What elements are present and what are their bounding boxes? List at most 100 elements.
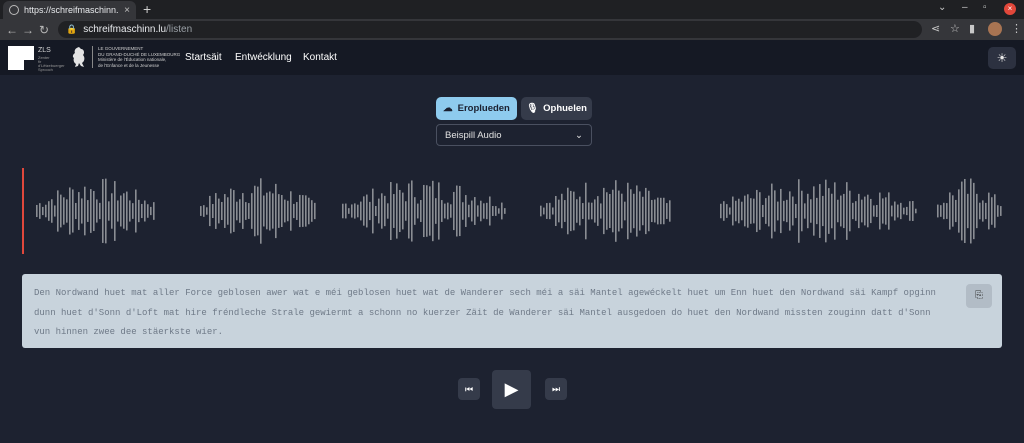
zls-logo-icon[interactable] [8, 46, 34, 70]
waveform-bar [105, 178, 107, 244]
waveform-bar [468, 204, 470, 218]
waveform-bar [281, 195, 283, 227]
waveform-bar [378, 198, 380, 224]
copy-button[interactable]: ⎘ [966, 284, 992, 308]
back-button[interactable]: ← [4, 23, 20, 37]
waveform-bar [393, 194, 395, 228]
waveform-bar [308, 197, 310, 225]
waveform-bar [600, 203, 602, 219]
waveform-bar [138, 199, 140, 223]
upload-button[interactable]: ☁ Eroplueden [436, 97, 517, 120]
theme-toggle-button[interactable]: ☀ [988, 47, 1016, 69]
waveform-bar [251, 193, 253, 229]
microphone-icon: 🎙 [526, 103, 539, 114]
new-tab-button[interactable]: + [143, 1, 151, 17]
share-icon[interactable]: ⋖ [931, 22, 940, 35]
tab-search-icon[interactable]: ⌄ [938, 2, 946, 13]
waveform-bar [786, 199, 788, 223]
waveform-bar [471, 200, 473, 222]
waveform-bar [302, 195, 304, 227]
waveform-bar [639, 191, 641, 231]
waveform-bar [973, 182, 975, 240]
waveform-bar [555, 195, 557, 227]
restore-button[interactable]: ▫ [983, 2, 987, 13]
waveform-bar [486, 202, 488, 220]
profile-avatar[interactable] [988, 22, 1002, 36]
waveform-bar [141, 203, 143, 219]
address-bar[interactable]: 🔒 schreifmaschinn.lu/listen [58, 21, 922, 38]
waveform-bar [147, 204, 149, 218]
waveform-bar [985, 202, 987, 220]
browser-menu-icon[interactable]: ⋮ [1011, 22, 1022, 35]
waveform-bar [792, 196, 794, 226]
waveform-bar [465, 195, 467, 227]
waveform-bar [636, 185, 638, 237]
nav-startsait[interactable]: Startsäit [185, 52, 222, 63]
waveform-bar [296, 202, 298, 220]
play-button[interactable]: ▶ [492, 370, 531, 409]
waveform-bar [576, 199, 578, 223]
waveform-bar [405, 201, 407, 221]
waveform-bar [206, 207, 208, 215]
waveform-bar [504, 208, 506, 214]
waveform-bar [964, 178, 966, 244]
waveform-bar [444, 203, 446, 219]
record-button[interactable]: 🎙 Ophuelen [521, 97, 592, 120]
forward-button[interactable]: → [20, 23, 36, 37]
playhead-cursor[interactable] [22, 168, 24, 254]
waveform-bar [111, 193, 113, 229]
skip-back-button[interactable]: ⏮ [458, 378, 480, 400]
waveform-bar [915, 208, 917, 214]
waveform-bar [561, 193, 563, 229]
side-panel-icon[interactable]: ▮ [969, 22, 975, 35]
cloud-upload-icon: ☁ [443, 103, 453, 114]
tab-title: https://schreifmaschinn.lu [24, 5, 120, 15]
reload-button[interactable]: ↻ [36, 23, 52, 37]
browser-tab[interactable]: https://schreifmaschinn.lu × [3, 1, 136, 19]
waveform-bar [477, 205, 479, 217]
waveform-bar [456, 185, 458, 237]
waveform-bar [861, 199, 863, 223]
zls-logo-subtitle: Zenter fir d'Lëtzebuerger Sprooch [38, 55, 65, 72]
waveform-bar [870, 198, 872, 224]
waveform-bar [952, 195, 954, 227]
waveform-bar [804, 203, 806, 219]
window-close-button[interactable]: × [1004, 3, 1016, 15]
lock-icon[interactable]: 🔒 [66, 24, 77, 35]
tab-close-icon[interactable]: × [124, 5, 130, 16]
waveform-bar [937, 204, 939, 218]
waveform-bar [943, 202, 945, 220]
browser-tabstrip: https://schreifmaschinn.lu × + ⌄ – ▫ × [0, 0, 1024, 19]
waveform-bar [239, 199, 241, 223]
waveform-bar [375, 205, 377, 217]
waveform-bar [759, 192, 761, 230]
waveform-bar [462, 202, 464, 220]
transcript-box: Den Nordwand huet mat aller Force geblos… [22, 274, 1002, 348]
waveform-bar [735, 200, 737, 222]
waveform-bar [855, 201, 857, 221]
bookmark-star-icon[interactable]: ☆ [950, 22, 960, 35]
waveform-bar [961, 181, 963, 241]
waveform-bar [414, 197, 416, 225]
waveform-bar [768, 195, 770, 227]
waveform-bar [1000, 206, 1002, 216]
waveform-bar [807, 193, 809, 229]
waveform-bar [84, 186, 86, 236]
waveform-bar [314, 202, 316, 220]
waveform-bar [260, 178, 262, 244]
waveform-bar [627, 182, 629, 240]
minimize-button[interactable]: – [962, 2, 968, 13]
audio-waveform[interactable] [22, 168, 1002, 254]
nav-entwecklung[interactable]: Entwécklung [235, 52, 292, 63]
audio-select[interactable]: Beispill Audio ⌄ [436, 124, 592, 146]
waveform-bar [591, 202, 593, 220]
lion-emblem-icon [72, 47, 85, 67]
waveform-bar [453, 191, 455, 231]
waveform-bar [588, 202, 590, 220]
skip-forward-button[interactable]: ⏭ [545, 378, 567, 400]
waveform-bar [357, 204, 359, 218]
gov-line: de l'Enfance et de la Jeunesse [98, 62, 160, 68]
nav-kontakt[interactable]: Kontakt [303, 52, 337, 63]
browser-toolbar: ← → ↻ 🔒 schreifmaschinn.lu/listen ⋖ ☆ ▮ … [0, 19, 1024, 40]
upload-label: Eroplueden [457, 103, 510, 114]
